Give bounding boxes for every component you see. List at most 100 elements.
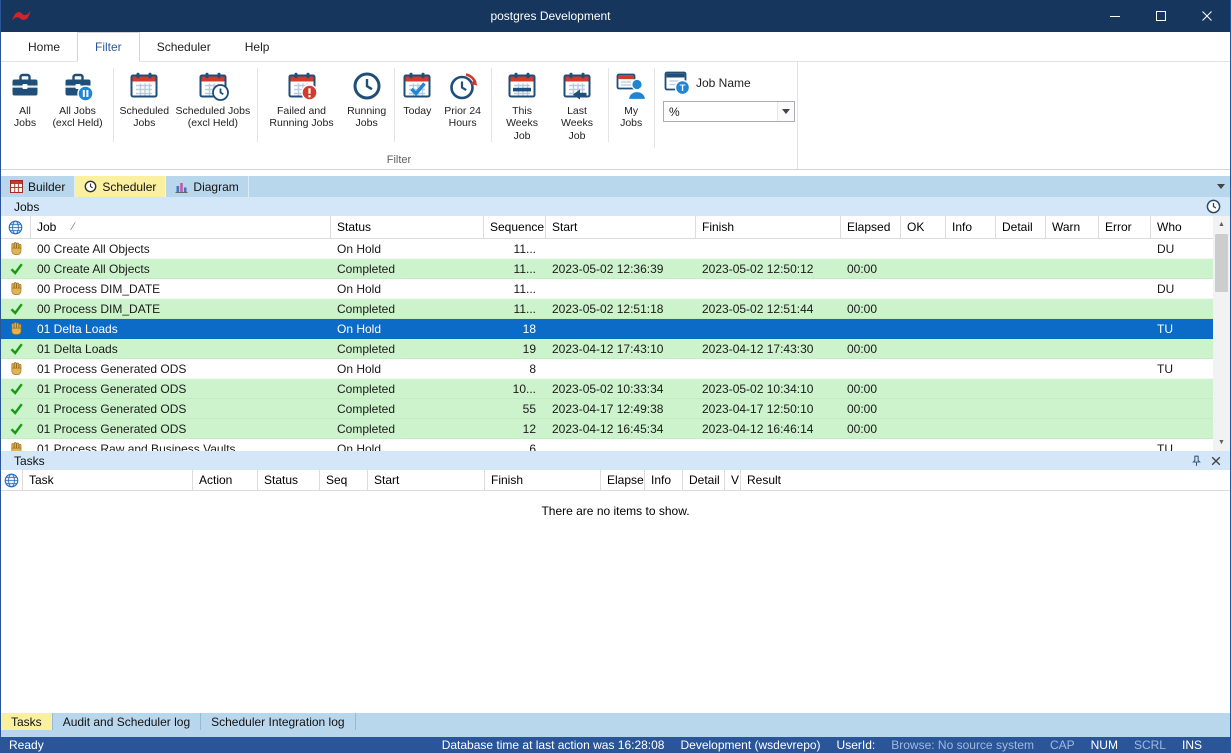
jobs-scrollbar[interactable]: ▲ ▼ xyxy=(1213,216,1230,451)
menu-tab-home[interactable]: Home xyxy=(11,32,77,61)
column-label: Info xyxy=(952,220,972,234)
column-label: Detail xyxy=(1002,220,1033,234)
tasks-column-header-task[interactable]: Task xyxy=(23,470,193,490)
tasks-column-header-elapsed[interactable]: Elapsed xyxy=(601,470,645,490)
jobs-column-header-ok[interactable]: OK xyxy=(901,216,946,238)
job-name-icon: T xyxy=(663,70,691,96)
jobs-column-header-sequence[interactable]: Sequence xyxy=(484,216,546,238)
calendar-clock-icon xyxy=(197,68,229,103)
globe-icon xyxy=(4,473,19,488)
cell-status: On Hold xyxy=(331,282,484,296)
bottom-tab-audit-and-scheduler-log[interactable]: Audit and Scheduler log xyxy=(53,713,201,730)
cell-start: 2023-04-12 16:45:34 xyxy=(546,422,696,436)
view-tab-scheduler[interactable]: Scheduler xyxy=(75,176,166,197)
minimize-button[interactable] xyxy=(1092,0,1138,32)
jobs-table-row[interactable]: 01 Process Generated ODSCompleted552023-… xyxy=(1,399,1213,419)
jobs-table-row[interactable]: 00 Process DIM_DATEOn Hold11...DU xyxy=(1,279,1213,299)
tab-overflow-button[interactable] xyxy=(1212,176,1230,197)
ribbon-button-failed-and-running-jobs[interactable]: Failed and Running Jobs xyxy=(261,66,343,132)
cell-finish: 2023-05-02 12:50:12 xyxy=(696,262,841,276)
jobs-table-row[interactable]: 01 Delta LoadsCompleted192023-04-12 17:4… xyxy=(1,339,1213,359)
menu-tab-filter[interactable]: Filter xyxy=(77,32,140,62)
cell-finish: 2023-04-12 17:43:30 xyxy=(696,342,841,356)
scroll-up-button[interactable]: ▲ xyxy=(1213,216,1230,233)
jobs-table-row[interactable]: 01 Process Generated ODSCompleted122023-… xyxy=(1,419,1213,439)
jobs-column-header-elapsed[interactable]: Elapsed xyxy=(841,216,901,238)
ribbon-separator xyxy=(257,68,258,142)
menu-tab-help[interactable]: Help xyxy=(228,32,287,61)
ribbon-button-last-weeks-job[interactable]: Last Weeks Job xyxy=(550,66,605,144)
close-panel-icon[interactable] xyxy=(1211,456,1221,466)
jobs-table-row[interactable]: 01 Delta LoadsOn Hold18TU xyxy=(1,319,1213,339)
maximize-button[interactable] xyxy=(1138,0,1184,32)
jobs-column-header-error[interactable]: Error xyxy=(1099,216,1151,238)
ribbon-button-running-jobs[interactable]: Running Jobs xyxy=(343,66,391,132)
ribbon-button-this-weeks-job[interactable]: This Weeks Job xyxy=(495,66,550,144)
ribbon-button-all-jobs-excl-held[interactable]: All Jobs (excl Held) xyxy=(45,66,110,132)
column-label: Task xyxy=(29,473,54,487)
tasks-column-header-start[interactable]: Start xyxy=(368,470,485,490)
cell-job: 00 Process DIM_DATE xyxy=(31,282,331,296)
builder-icon xyxy=(10,180,23,193)
titlebar: postgres Development xyxy=(1,0,1230,32)
tasks-column-header-detail[interactable]: Detail xyxy=(683,470,725,490)
cell-status: On Hold xyxy=(331,322,484,336)
close-button[interactable] xyxy=(1184,0,1230,32)
ribbon-separator xyxy=(608,68,609,142)
job-name-combobox[interactable]: % xyxy=(663,101,795,122)
ribbon-button-today[interactable]: Today xyxy=(397,66,437,119)
cell-who: TU xyxy=(1151,362,1213,376)
jobs-table-row[interactable]: 01 Process Generated ODSOn Hold8TU xyxy=(1,359,1213,379)
cell-who: TU xyxy=(1151,442,1213,452)
view-tabstrip: Builder Scheduler Diagram xyxy=(1,176,1230,197)
jobs-column-header-info[interactable]: Info xyxy=(946,216,996,238)
view-tab-label: Scheduler xyxy=(102,180,156,194)
jobs-table-row[interactable]: 00 Create All ObjectsCompleted11...2023-… xyxy=(1,259,1213,279)
ribbon-button-label: Today xyxy=(403,105,431,117)
status-browse: Browse: No source system xyxy=(891,738,1034,752)
ribbon-button-label: All Jobs (excl Held) xyxy=(48,105,107,130)
jobs-table-row[interactable]: 00 Process DIM_DATECompleted11...2023-05… xyxy=(1,299,1213,319)
cell-elapsed: 00:00 xyxy=(841,262,901,276)
ribbon-button-all-jobs[interactable]: All Jobs xyxy=(5,66,45,132)
view-tab-builder[interactable]: Builder xyxy=(1,176,75,197)
tasks-column-header-status[interactable]: Status xyxy=(258,470,320,490)
combo-dropdown-icon[interactable] xyxy=(777,102,794,121)
tasks-column-header-seq[interactable]: Seq xyxy=(320,470,368,490)
calendar-back-icon xyxy=(561,68,593,103)
ribbon-button-prior-24-hours[interactable]: Prior 24 Hours xyxy=(437,66,488,132)
jobs-column-header-job[interactable]: Job∕ xyxy=(31,216,331,238)
column-label: Error xyxy=(1105,220,1132,234)
jobs-column-header-detail[interactable]: Detail xyxy=(996,216,1046,238)
jobs-column-header-who[interactable]: Who xyxy=(1151,216,1213,238)
tasks-column-header-result[interactable]: Result xyxy=(741,470,1231,490)
tasks-column-header-finish[interactable]: Finish xyxy=(485,470,601,490)
jobs-table-row[interactable]: 00 Create All ObjectsOn Hold11...DU xyxy=(1,239,1213,259)
jobs-column-header-status[interactable]: Status xyxy=(331,216,484,238)
menu-tab-scheduler[interactable]: Scheduler xyxy=(140,32,228,61)
ribbon-button-my-jobs[interactable]: My Jobs xyxy=(611,66,651,132)
cell-who: DU xyxy=(1151,242,1213,256)
person-calendar-icon xyxy=(615,68,647,103)
clock-history-icon xyxy=(447,68,479,103)
tasks-column-header-action[interactable]: Action xyxy=(193,470,258,490)
pin-icon[interactable] xyxy=(1191,455,1202,467)
cell-elapsed: 00:00 xyxy=(841,302,901,316)
ribbon-button-scheduled-jobs[interactable]: Scheduled Jobs xyxy=(117,66,172,132)
jobs-table-row[interactable]: 01 Process Generated ODSCompleted10...20… xyxy=(1,379,1213,399)
bottom-tab-scheduler-integration-log[interactable]: Scheduler Integration log xyxy=(201,713,355,730)
jobs-column-header-finish[interactable]: Finish xyxy=(696,216,841,238)
scroll-down-button[interactable]: ▼ xyxy=(1213,434,1230,451)
tasks-column-header-v[interactable]: V xyxy=(725,470,741,490)
tasks-column-header-info[interactable]: Info xyxy=(645,470,683,490)
cell-finish: 2023-05-02 12:51:44 xyxy=(696,302,841,316)
jobs-column-header-start[interactable]: Start xyxy=(546,216,696,238)
scroll-thumb[interactable] xyxy=(1215,234,1228,292)
view-tab-diagram[interactable]: Diagram xyxy=(166,176,248,197)
column-label: Action xyxy=(199,473,232,487)
ribbon-button-scheduled-jobs-excl-held[interactable]: Scheduled Jobs (excl Held) xyxy=(172,66,254,132)
chart-bars-icon xyxy=(175,180,188,193)
jobs-table-row[interactable]: 01 Process Raw and Business VaultsOn Hol… xyxy=(1,439,1213,451)
bottom-tab-tasks[interactable]: Tasks xyxy=(1,713,53,730)
jobs-column-header-warn[interactable]: Warn xyxy=(1046,216,1099,238)
